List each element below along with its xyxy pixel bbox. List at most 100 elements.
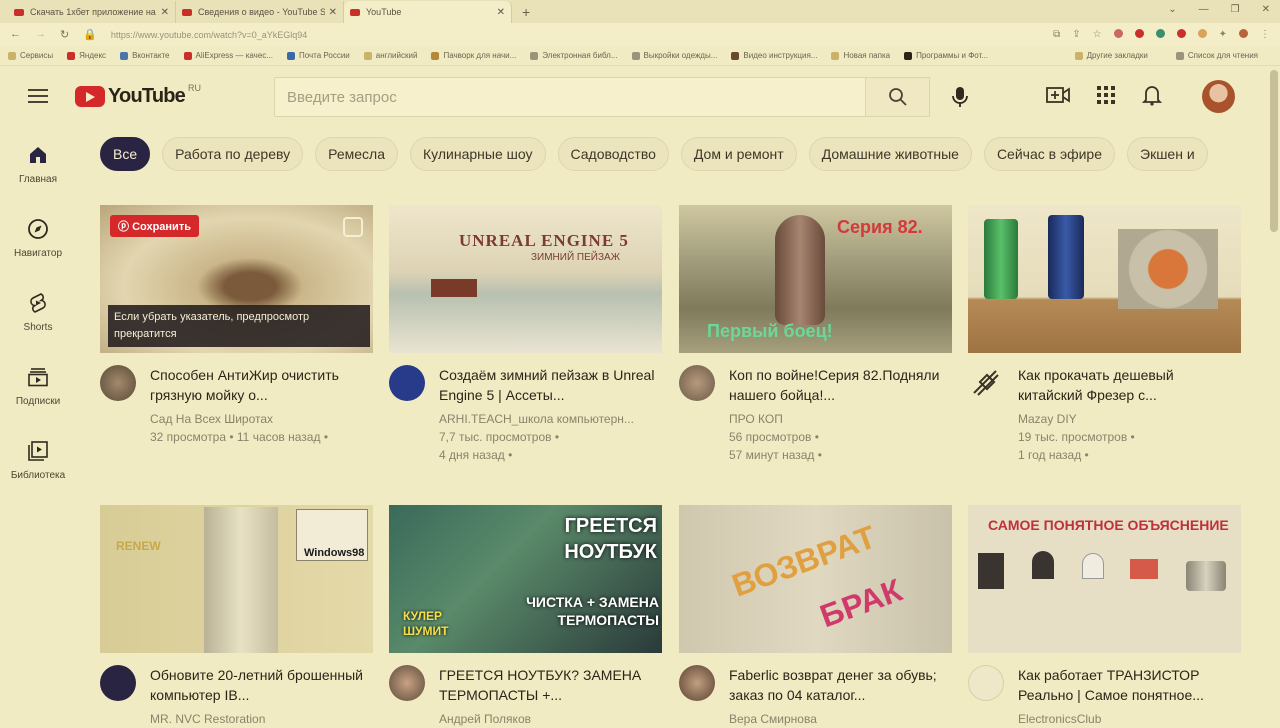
profile-icon[interactable]: [1239, 28, 1248, 41]
video-card[interactable]: САМОЕ ПОНЯТНОЕ ОБЪЯСНЕНИЕ Как работает Т…: [968, 505, 1241, 728]
other-bookmarks-folder[interactable]: Другие закладки: [1074, 51, 1148, 60]
video-title[interactable]: Коп по войне!Серия 82.Подняли нашего бой…: [729, 365, 952, 405]
channel-logo-icon[interactable]: [968, 365, 1004, 401]
chip[interactable]: Садоводство: [557, 137, 669, 171]
channel-name[interactable]: Сад На Всех Широтах: [150, 410, 373, 428]
browser-tab-active[interactable]: YouTube ✕: [344, 1, 512, 23]
extension-icon[interactable]: [1197, 28, 1207, 41]
video-title[interactable]: Как работает ТРАНЗИСТОР Реально | Самое …: [1018, 665, 1241, 705]
extension-icon[interactable]: [1113, 28, 1123, 41]
chip-all[interactable]: Все: [100, 137, 151, 171]
video-thumbnail[interactable]: [968, 205, 1241, 353]
video-title[interactable]: Обновите 20-летний брошенный компьютер I…: [150, 665, 373, 705]
reading-list[interactable]: Список для чтения: [1175, 51, 1258, 60]
channel-avatar[interactable]: [389, 365, 425, 401]
browser-tab[interactable]: Сведения о видео - YouTube St ✕: [176, 1, 344, 23]
video-card[interactable]: Серия 82. Первый боец! Коп по войне!Сери…: [679, 205, 952, 464]
channel-name[interactable]: MR. NVC Restoration: [150, 710, 373, 728]
hamburger-menu-icon[interactable]: [28, 89, 48, 103]
video-card[interactable]: ГРЕЕТСЯ НОУТБУК ЧИСТКА + ЗАМЕНА ТЕРМОПАС…: [389, 505, 662, 728]
video-thumbnail[interactable]: САМОЕ ПОНЯТНОЕ ОБЪЯСНЕНИЕ: [968, 505, 1241, 653]
apps-grid-icon[interactable]: [1096, 85, 1116, 105]
pinterest-icon[interactable]: [1134, 28, 1144, 41]
reload-icon[interactable]: ↻: [60, 28, 69, 41]
bookmark-folder[interactable]: Новая папка: [831, 51, 890, 60]
bookmark-item[interactable]: Пачворк для начи...: [431, 51, 516, 60]
close-tab-icon[interactable]: ✕: [329, 7, 337, 18]
back-icon[interactable]: ←: [10, 28, 21, 41]
search-button[interactable]: [866, 77, 930, 117]
bookmark-item[interactable]: Видео инструкция...: [731, 51, 817, 60]
bookmark-item[interactable]: Яндекс: [67, 51, 106, 60]
video-card[interactable]: ⓟ Сохранить Если убрать указатель, предп…: [100, 205, 373, 446]
notifications-bell-icon[interactable]: [1142, 84, 1162, 106]
chip[interactable]: Работа по дереву: [162, 137, 304, 171]
chip[interactable]: Домашние животные: [808, 137, 972, 171]
sidebar-item-explore[interactable]: Навигатор: [0, 200, 76, 274]
chip[interactable]: Экшен и: [1127, 137, 1208, 171]
channel-avatar[interactable]: [389, 665, 425, 701]
youtube-logo[interactable]: YouTube RU: [75, 83, 201, 108]
channel-name[interactable]: Mazay DIY: [1018, 410, 1241, 428]
new-tab-icon[interactable]: +: [522, 4, 530, 20]
opera-icon[interactable]: [1176, 28, 1186, 41]
bookmark-item[interactable]: Почта России: [286, 51, 350, 60]
channel-avatar[interactable]: [100, 665, 136, 701]
maximize-icon[interactable]: ❐: [1231, 4, 1240, 15]
share-icon[interactable]: ⇪: [1072, 29, 1080, 41]
channel-name[interactable]: Вера Смирнова: [729, 710, 952, 728]
video-thumbnail[interactable]: ВОЗВРАТ БРАК: [679, 505, 952, 653]
browser-tab[interactable]: Скачать 1xбет приложение на ✕: [8, 1, 176, 23]
close-tab-icon[interactable]: ✕: [497, 7, 505, 18]
create-video-icon[interactable]: [1046, 85, 1070, 105]
channel-name[interactable]: ПРО КОП: [729, 410, 952, 428]
url-field[interactable]: https://www.youtube.com/watch?v=0_aYkEGl…: [111, 30, 1053, 40]
puzzle-icon[interactable]: ✦: [1219, 29, 1227, 41]
channel-avatar[interactable]: [968, 665, 1004, 701]
minimize-icon[interactable]: —: [1199, 4, 1209, 15]
user-avatar[interactable]: [1202, 80, 1235, 113]
forward-icon[interactable]: →: [35, 28, 46, 41]
bookmark-item[interactable]: Вконтакте: [120, 51, 170, 60]
tab-search-icon[interactable]: ⌄: [1168, 4, 1176, 15]
video-title[interactable]: Способен АнтиЖир очистить грязную мойку …: [150, 365, 373, 405]
chip[interactable]: Сейчас в эфире: [983, 137, 1116, 171]
video-title[interactable]: ГРЕЕТСЯ НОУТБУК? ЗАМЕНА ТЕРМОПАСТЫ +...: [439, 665, 662, 705]
channel-name[interactable]: Андрей Поляков: [439, 710, 662, 728]
bookmark-item[interactable]: AliExpress — качес...: [183, 51, 273, 60]
extension-icon[interactable]: [1155, 28, 1165, 41]
save-button[interactable]: ⓟ Сохранить: [110, 215, 199, 237]
search-input[interactable]: Введите запрос: [274, 77, 866, 117]
video-thumbnail[interactable]: ⓟ Сохранить Если убрать указатель, предп…: [100, 205, 373, 353]
sidebar-item-library[interactable]: Библиотека: [0, 422, 76, 496]
page-scrollbar[interactable]: [1270, 70, 1278, 232]
video-thumbnail[interactable]: UNREAL ENGINE 5 ЗИМНИЙ ПЕЙЗАЖ: [389, 205, 662, 353]
bookmark-item[interactable]: Электронная библ...: [530, 51, 618, 60]
close-window-icon[interactable]: ✕: [1262, 4, 1270, 15]
video-card[interactable]: ВОЗВРАТ БРАК Faberlic возврат денег за о…: [679, 505, 952, 728]
video-card[interactable]: RENEW Windows98 Обновите 20-летний броше…: [100, 505, 373, 728]
channel-name[interactable]: ElectronicsClub: [1018, 710, 1241, 728]
bookmark-item[interactable]: Программы и Фот...: [904, 51, 988, 60]
chip[interactable]: Ремесла: [315, 137, 399, 171]
sidebar-item-subscriptions[interactable]: Подписки: [0, 348, 76, 422]
video-title[interactable]: Как прокачать дешевый китайский Фрезер с…: [1018, 365, 1241, 405]
bookmark-item[interactable]: Сервисы: [8, 51, 53, 60]
visual-search-icon[interactable]: [343, 217, 363, 237]
microphone-icon[interactable]: [950, 86, 970, 108]
channel-avatar[interactable]: [679, 365, 715, 401]
star-icon[interactable]: ☆: [1093, 29, 1102, 41]
sidebar-item-shorts[interactable]: Shorts: [0, 274, 76, 348]
video-thumbnail[interactable]: Серия 82. Первый боец!: [679, 205, 952, 353]
chip[interactable]: Кулинарные шоу: [410, 137, 546, 171]
video-thumbnail[interactable]: ГРЕЕТСЯ НОУТБУК ЧИСТКА + ЗАМЕНА ТЕРМОПАС…: [389, 505, 662, 653]
video-thumbnail[interactable]: RENEW Windows98: [100, 505, 373, 653]
video-title[interactable]: Создаём зимний пейзаж в Unreal Engine 5 …: [439, 365, 662, 405]
menu-dots-icon[interactable]: ⋮: [1260, 29, 1270, 41]
video-card[interactable]: Как прокачать дешевый китайский Фрезер с…: [968, 205, 1241, 464]
video-title[interactable]: Faberlic возврат денег за обувь; заказ п…: [729, 665, 952, 705]
bookmark-item[interactable]: Выкройки одежды...: [631, 51, 717, 60]
channel-avatar[interactable]: [100, 365, 136, 401]
channel-name[interactable]: ARHI.TEACH_школа компьютерн...: [439, 410, 662, 428]
open-external-icon[interactable]: ⧉: [1053, 29, 1060, 41]
